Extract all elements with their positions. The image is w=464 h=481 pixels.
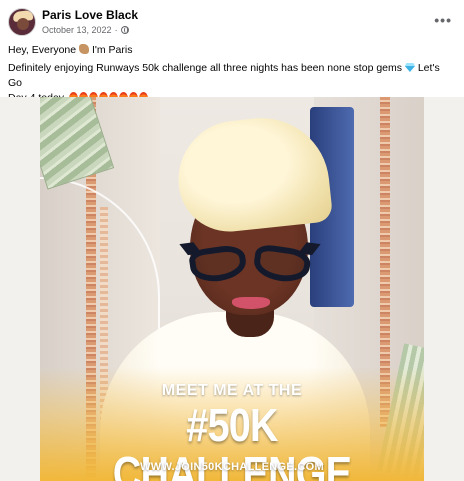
facebook-post: Paris Love Black October 13, 2022 · ••• … bbox=[0, 0, 464, 481]
greeting-text: Hey, Everyone bbox=[8, 44, 77, 56]
author-avatar[interactable] bbox=[8, 8, 36, 36]
author-name[interactable]: Paris Love Black bbox=[42, 8, 138, 22]
meta-separator: · bbox=[114, 25, 118, 35]
banner-line-top: MEET ME AT THE bbox=[161, 382, 303, 399]
post-meta: October 13, 2022 · bbox=[42, 25, 129, 35]
body-text-a: Definitely enjoying Runways 50k challeng… bbox=[8, 62, 402, 74]
banner-url: WWW.JOIN50KCHALLENGE.COM bbox=[140, 461, 324, 473]
post-image[interactable]: MEET ME AT THE #50K CHALLENGE WWW.JOIN50… bbox=[0, 97, 464, 481]
post-date[interactable]: October 13, 2022 bbox=[42, 25, 112, 35]
globe-icon bbox=[120, 26, 129, 34]
avatar-face bbox=[17, 18, 29, 30]
intro-text: I'm Paris bbox=[91, 44, 133, 56]
waving-hand-icon bbox=[79, 44, 90, 54]
more-options-icon[interactable]: ••• bbox=[434, 12, 452, 28]
post-text-line-1: Hey, Everyone I'm Paris bbox=[8, 43, 454, 58]
person-lips bbox=[232, 297, 270, 309]
gem-icon bbox=[404, 63, 415, 72]
image-frame: MEET ME AT THE #50K CHALLENGE WWW.JOIN50… bbox=[40, 97, 424, 481]
